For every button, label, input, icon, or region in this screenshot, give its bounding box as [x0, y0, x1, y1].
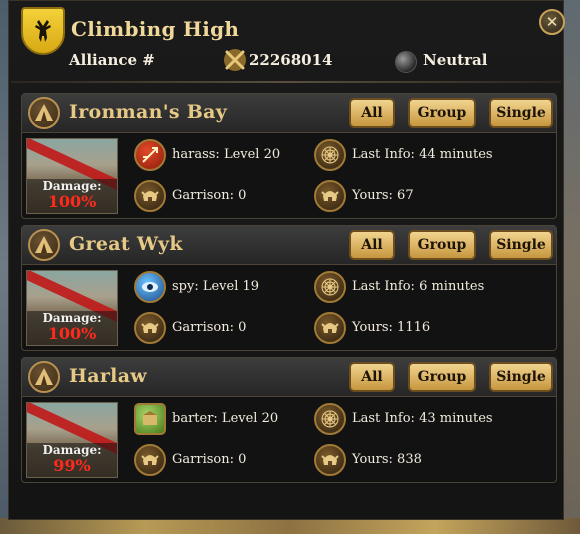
- stag-crest-icon: [21, 7, 65, 55]
- alliance-id: 22268014: [249, 51, 333, 69]
- yours-text: Yours: 67: [352, 188, 414, 203]
- header-divider: [11, 81, 561, 83]
- territory-thumbnail: Damage: 99%: [26, 402, 118, 478]
- helmet-icon: [314, 312, 346, 344]
- alliance-label: Alliance #: [69, 51, 155, 69]
- garrison-text: Garrison: 0: [172, 320, 247, 335]
- damage-value: 100%: [47, 192, 97, 211]
- close-icon[interactable]: ✕: [546, 13, 559, 31]
- spiderweb-icon: [314, 271, 346, 303]
- action-level-text: harass: Level 20: [172, 147, 281, 162]
- close-button[interactable]: ✕: [539, 9, 565, 35]
- attack-group-button[interactable]: Group: [408, 362, 476, 392]
- spiderweb-icon: [314, 403, 346, 435]
- camp-tent-icon: [28, 229, 60, 261]
- attack-group-button[interactable]: Group: [408, 98, 476, 128]
- arrows-icon: [134, 139, 166, 171]
- attack-single-button[interactable]: Single: [489, 230, 553, 260]
- action-level-text: spy: Level 19: [172, 279, 260, 294]
- status-label: Neutral: [423, 51, 488, 69]
- last-info-text: Last Info: 44 minutes: [352, 147, 493, 162]
- damage-label: Damage:: [42, 311, 102, 325]
- alliance-target-window: Climbing High ✕ Alliance # 22268014 Neut…: [8, 0, 565, 520]
- damage-label: Damage:: [42, 443, 102, 457]
- last-info-text: Last Info: 6 minutes: [352, 279, 485, 294]
- action-level-text: barter: Level 20: [172, 411, 279, 426]
- attack-single-button[interactable]: Single: [489, 362, 553, 392]
- damage-value: 100%: [47, 324, 97, 343]
- panel-header: Ironman's Bay All Group Single: [22, 94, 556, 133]
- panel-header: Great Wyk All Group Single: [22, 226, 556, 265]
- background-map-strip: [0, 518, 580, 534]
- garrison-text: Garrison: 0: [172, 452, 247, 467]
- damage-label: Damage:: [42, 179, 102, 193]
- territory-name: Harlaw: [69, 365, 147, 387]
- damage-value: 99%: [53, 456, 91, 475]
- target-panel-great-wyk: Great Wyk All Group Single Damage: 100% …: [21, 225, 557, 351]
- helmet-icon: [314, 180, 346, 212]
- neutral-orb-icon: [395, 51, 417, 73]
- garrison-text: Garrison: 0: [172, 188, 247, 203]
- attack-single-button[interactable]: Single: [489, 98, 553, 128]
- last-info-text: Last Info: 43 minutes: [352, 411, 493, 426]
- territory-thumbnail: Damage: 100%: [26, 138, 118, 214]
- helmet-icon: [134, 180, 166, 212]
- helmet-icon: [314, 444, 346, 476]
- attack-all-button[interactable]: All: [349, 362, 395, 392]
- panel-header: Harlaw All Group Single: [22, 358, 556, 397]
- spiderweb-icon: [314, 139, 346, 171]
- territory-thumbnail: Damage: 100%: [26, 270, 118, 346]
- helmet-icon: [134, 444, 166, 476]
- barter-icon: [134, 403, 166, 435]
- camp-tent-icon: [28, 97, 60, 129]
- spy-eye-icon: [134, 271, 166, 303]
- target-panel-harlaw: Harlaw All Group Single Damage: 99% bart…: [21, 357, 557, 483]
- attack-all-button[interactable]: All: [349, 98, 395, 128]
- crossed-swords-icon: [222, 47, 248, 73]
- territory-name: Great Wyk: [69, 233, 183, 255]
- background-right-edge: [562, 0, 580, 534]
- window-title: Climbing High: [71, 17, 240, 41]
- target-panel-ironmans-bay: Ironman's Bay All Group Single Damage: 1…: [21, 93, 557, 219]
- attack-group-button[interactable]: Group: [408, 230, 476, 260]
- yours-text: Yours: 1116: [352, 320, 431, 335]
- attack-all-button[interactable]: All: [349, 230, 395, 260]
- helmet-icon: [134, 312, 166, 344]
- territory-name: Ironman's Bay: [69, 101, 228, 123]
- camp-tent-icon: [28, 361, 60, 393]
- yours-text: Yours: 838: [352, 452, 422, 467]
